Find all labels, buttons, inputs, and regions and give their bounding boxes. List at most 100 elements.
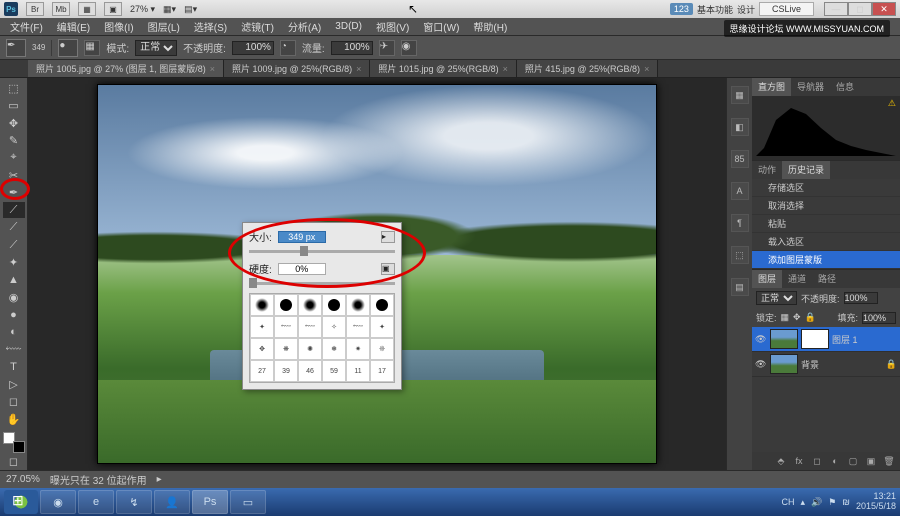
visibility-icon[interactable]: 👁 — [755, 359, 767, 370]
layer-name[interactable]: 图层 1 — [832, 333, 858, 346]
menu-filter[interactable]: 滤镜(T) — [235, 17, 280, 36]
clock[interactable]: 13:21 2015/5/18 — [856, 492, 896, 512]
brush-preset[interactable]: ⬳ — [274, 316, 298, 338]
shape-tool[interactable]: ▷ — [3, 376, 25, 392]
new-layer-icon[interactable]: ▣ — [864, 454, 878, 468]
workspace-design[interactable]: 设计 — [737, 3, 755, 16]
hand-tool[interactable]: ◻ — [3, 394, 25, 410]
brush-preset-button[interactable]: ● — [58, 39, 78, 57]
layer-mask-thumb[interactable] — [801, 329, 829, 349]
status-info[interactable]: 曝光只在 32 位起作用 — [50, 472, 147, 487]
titlebar-zoom[interactable]: 27% ▾ — [130, 4, 155, 15]
histogram-warning-icon[interactable]: ⚠ — [888, 98, 896, 109]
pressure-size-icon[interactable]: ◉ — [401, 40, 417, 56]
workspace-badge[interactable]: 123 — [670, 3, 693, 15]
zoom-tool[interactable]: ✋ — [3, 411, 25, 427]
fill-input[interactable] — [862, 312, 896, 324]
layer-thumb[interactable] — [770, 329, 798, 349]
brush-preset[interactable]: ❊ — [370, 338, 394, 360]
brush-preset[interactable] — [370, 294, 394, 316]
taskbar-app[interactable]: ↯ — [116, 490, 152, 514]
history-item[interactable]: 添加图层蒙版 — [752, 251, 900, 269]
tab-actions[interactable]: 动作 — [752, 161, 782, 179]
mask-icon[interactable]: ◻ — [810, 454, 824, 468]
rail-icon-2[interactable]: 85 — [731, 150, 749, 168]
brush-preset[interactable]: ❋ — [274, 338, 298, 360]
tool-preset-button[interactable]: ✒ — [6, 39, 26, 57]
crop-tool[interactable]: ⌖ — [3, 150, 25, 166]
cslive-search[interactable]: CSLive — [759, 2, 814, 16]
tab-navigator[interactable]: 导航器 — [791, 78, 830, 96]
wand-tool[interactable]: ✎ — [3, 132, 25, 148]
menu-view[interactable]: 视图(V) — [370, 17, 415, 36]
brush-preset[interactable]: ✷ — [346, 338, 370, 360]
brush-preset[interactable] — [322, 294, 346, 316]
menu-select[interactable]: 选择(S) — [188, 17, 233, 36]
quickmask-toggle[interactable]: ◻ — [3, 454, 25, 470]
pressure-opacity-icon[interactable]: ◔ — [280, 40, 296, 56]
brush-preset[interactable]: ✧ — [322, 316, 346, 338]
lock-position-icon[interactable]: ✥ — [793, 312, 801, 323]
menu-help[interactable]: 帮助(H) — [467, 17, 513, 36]
brush-preset[interactable]: 11 — [346, 360, 370, 382]
color-swatches[interactable] — [3, 432, 25, 452]
flow-input[interactable] — [331, 41, 373, 55]
menu-file[interactable]: 文件(F) — [4, 17, 49, 36]
layer-row[interactable]: 👁 图层 1 — [752, 327, 900, 352]
brush-preset-popup[interactable]: 大小: ▸ 硬度: ▣ ✦ ⬳ ⬳ ✧ ⬳ ✦ ✥ ❋ ✺ ❅ ✷ — [242, 222, 402, 390]
link-icon[interactable]: ⬘ — [774, 454, 788, 468]
doc-tab-2[interactable]: 照片 1015.jpg @ 25%(RGB/8)× — [370, 60, 516, 77]
tab-history[interactable]: 历史记录 — [782, 161, 830, 179]
gradient-tool[interactable]: ▲ — [3, 272, 25, 288]
menu-analysis[interactable]: 分析(A) — [282, 17, 327, 36]
rail-icon-3[interactable]: A — [731, 182, 749, 200]
menu-3d[interactable]: 3D(D) — [329, 19, 368, 34]
brush-preset[interactable]: 39 — [274, 360, 298, 382]
brush-size-slider[interactable] — [249, 250, 395, 253]
history-item[interactable]: 粘贴 — [752, 215, 900, 233]
rail-icon-5[interactable]: ⬚ — [731, 246, 749, 264]
brush-hardness-input[interactable] — [278, 263, 326, 275]
trash-icon[interactable]: 🗑 — [882, 454, 896, 468]
menu-layer[interactable]: 图层(L) — [142, 17, 186, 36]
brush-hardness-slider[interactable] — [249, 282, 395, 285]
healing-tool[interactable]: ✒ — [3, 185, 25, 201]
rail-icon-0[interactable]: ▦ — [731, 86, 749, 104]
tab-paths[interactable]: 路径 — [812, 270, 842, 288]
blend-mode-select[interactable]: 正常 — [135, 40, 177, 56]
titlebar-view-dropdown[interactable]: ▦▾ — [163, 4, 176, 15]
stamp-tool[interactable]: ⟋ — [3, 219, 25, 235]
layer-thumb[interactable] — [770, 354, 798, 374]
brush-preset[interactable] — [298, 294, 322, 316]
close-icon[interactable]: × — [503, 64, 508, 74]
menu-image[interactable]: 图像(I) — [98, 17, 139, 36]
minibridge-button[interactable]: Mb — [52, 2, 70, 16]
tab-layers[interactable]: 图层 — [752, 270, 782, 288]
visibility-icon[interactable]: 👁 — [755, 334, 767, 345]
history-item[interactable]: 存储选区 — [752, 179, 900, 197]
taskbar-app[interactable]: ◉ — [40, 490, 76, 514]
path-tool[interactable]: T — [3, 359, 25, 375]
brush-preset[interactable]: ✦ — [250, 316, 274, 338]
lasso-tool[interactable]: ✥ — [3, 115, 25, 131]
dodge-tool[interactable]: ● — [3, 306, 25, 322]
brush-preset[interactable]: 46 — [298, 360, 322, 382]
tab-histogram[interactable]: 直方图 — [752, 78, 791, 96]
doc-tab-3[interactable]: 照片 415.jpg @ 25%(RGB/8)× — [517, 60, 658, 77]
history-brush-tool[interactable]: ⟋ — [3, 237, 25, 253]
brush-preset[interactable]: ✥ — [250, 338, 274, 360]
taskbar-app[interactable]: ▭ — [230, 490, 266, 514]
brush-preset[interactable]: ✺ — [298, 338, 322, 360]
menu-window[interactable]: 窗口(W) — [417, 17, 465, 36]
group-icon[interactable]: ▢ — [846, 454, 860, 468]
marquee-tool[interactable]: ▭ — [3, 97, 25, 113]
move-tool[interactable]: ⬚ — [3, 80, 25, 96]
type-tool[interactable]: ⬳ — [3, 341, 25, 357]
layer-name[interactable]: 背景 — [801, 358, 819, 371]
bridge-button[interactable]: Br — [26, 2, 44, 16]
lock-all-icon[interactable]: 🔒 — [805, 312, 816, 323]
adjust-icon[interactable]: ◐ — [828, 454, 842, 468]
layer-opacity-input[interactable] — [844, 292, 878, 304]
tab-channels[interactable]: 通道 — [782, 270, 812, 288]
rail-icon-4[interactable]: ¶ — [731, 214, 749, 232]
